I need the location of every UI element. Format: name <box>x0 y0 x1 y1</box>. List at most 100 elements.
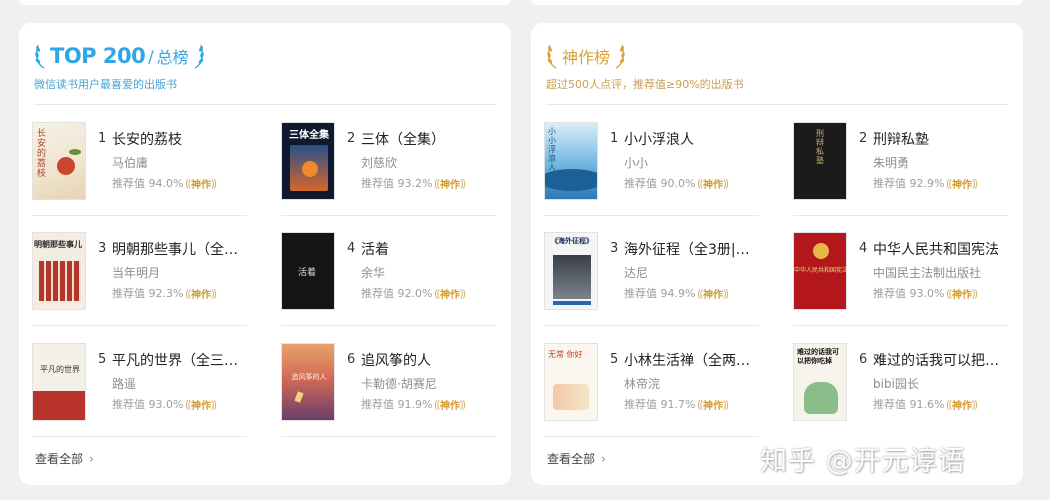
book-author[interactable]: 马伯庸 <box>112 154 148 171</box>
item-divider <box>32 215 247 216</box>
monster-decoration <box>804 382 838 414</box>
view-all-link[interactable]: 查看全部 › <box>547 450 606 467</box>
laurel-icon: ⸩ <box>723 286 729 300</box>
view-all-link[interactable]: 查看全部 › <box>35 450 94 467</box>
book-author[interactable]: 小小 <box>624 154 648 171</box>
book-title[interactable]: 小林生活禅（全两册） <box>624 350 760 370</box>
book-author[interactable]: 刘慈欣 <box>361 154 397 171</box>
book-rank: 1 <box>98 131 107 146</box>
item-divider <box>544 436 759 437</box>
badge-label: 神作 <box>703 400 724 412</box>
book-rank: 5 <box>610 352 619 367</box>
book-item-5[interactable]: 无常 你好 5 小林生活禅（全两册） 林帝浣 推荐值 91.7% ⸨ 神作 ⸩ <box>544 343 760 435</box>
recommend-value: 推荐值 90.0% ⸨ 神作 ⸩ <box>624 175 729 191</box>
book-item-4[interactable]: 中华人民共和国宪法 4 中华人民共和国宪法 中国民主法制出版社 推荐值 93.0… <box>793 232 1008 324</box>
book-title[interactable]: 刑辩私塾 <box>873 129 1009 149</box>
emblem-decoration <box>813 243 829 259</box>
book-author[interactable]: 林帝浣 <box>624 375 660 392</box>
recommend-value: 推荐值 92.0% ⸨ 神作 ⸩ <box>361 285 466 301</box>
book-cover: 难过的话我可以把你吃掉 <box>793 343 847 421</box>
recommend-text: 推荐值 92.0% <box>361 287 433 300</box>
book-author[interactable]: 朱明勇 <box>873 154 909 171</box>
recommend-text: 推荐值 90.0% <box>624 177 696 190</box>
book-item-6[interactable]: 追风筝的人 6 追风筝的人 卡勒德·胡赛尼 推荐值 91.9% ⸨ 神作 ⸩ <box>281 343 496 435</box>
masterpiece-badge: ⸨ 神作 ⸩ <box>697 397 728 412</box>
book-item-2[interactable]: 三体全集 2 三体（全集） 刘慈欣 推荐值 93.2% ⸨ 神作 ⸩ <box>281 122 496 214</box>
book-item-3[interactable]: 《海外征程》 3 海外征程（全3册|亲… 达尼 推荐值 94.9% ⸨ 神作 ⸩ <box>544 232 760 324</box>
book-title[interactable]: 明朝那些事儿（全集） <box>112 239 248 259</box>
book-title[interactable]: 长安的荔枝 <box>112 129 248 149</box>
lychee-decoration <box>57 157 75 175</box>
book-author[interactable]: 路遥 <box>112 375 136 392</box>
book-title[interactable]: 追风筝的人 <box>361 350 497 370</box>
book-author[interactable]: 达尼 <box>624 264 648 281</box>
masterpiece-badge: ⸨ 神作 ⸩ <box>185 397 216 412</box>
header-divider <box>34 104 496 105</box>
book-cover: 长安的荔枝 <box>32 122 86 200</box>
laurel-icon: ⸩ <box>211 397 217 411</box>
laurel-icon: ⸩ <box>211 176 217 190</box>
item-divider <box>281 436 496 437</box>
book-author[interactable]: bibi园长 <box>873 375 919 392</box>
book-author[interactable]: 卡勒德·胡赛尼 <box>361 375 437 392</box>
book-item-3[interactable]: 明朝那些事儿 3 明朝那些事儿（全集） 当年明月 推荐值 92.3% ⸨ 神作 ⸩ <box>32 232 248 324</box>
book-rank: 3 <box>98 241 107 256</box>
book-item-4[interactable]: 活着 4 活着 余华 推荐值 92.0% ⸨ 神作 ⸩ <box>281 232 496 324</box>
recommend-text: 推荐值 92.3% <box>112 287 184 300</box>
cover-title: 明朝那些事儿 <box>34 240 82 249</box>
cover-title: 中华人民共和国宪法 <box>794 267 847 274</box>
item-divider <box>793 325 1008 326</box>
book-author[interactable]: 当年明月 <box>112 264 160 281</box>
recommend-value: 推荐值 94.9% ⸨ 神作 ⸩ <box>624 285 729 301</box>
item-divider <box>32 325 247 326</box>
leaf-decoration <box>69 149 81 155</box>
book-title[interactable]: 难过的话我可以把你… <box>873 350 1009 370</box>
book-item-1[interactable]: 长安的荔枝 1 长安的荔枝 马伯庸 推荐值 94.0% ⸨ 神作 ⸩ <box>32 122 247 214</box>
book-title[interactable]: 小小浮浪人 <box>624 129 760 149</box>
chevron-right-icon[interactable]: › <box>89 452 94 466</box>
item-divider <box>281 215 496 216</box>
book-cover: 追风筝的人 <box>281 343 335 421</box>
book-item-5[interactable]: 平凡的世界 5 平凡的世界（全三册） 路遥 推荐值 93.0% ⸨ 神作 ⸩ <box>32 343 248 435</box>
badge-label: 神作 <box>191 179 212 191</box>
item-divider <box>544 215 759 216</box>
item-divider <box>32 436 247 437</box>
header-divider <box>546 104 1008 105</box>
illustration-decoration <box>553 384 589 410</box>
book-item-2[interactable]: 刑辩私塾 2 刑辩私塾 朱明勇 推荐值 92.9% ⸨ 神作 ⸩ <box>793 122 1008 214</box>
book-rank: 2 <box>859 131 868 146</box>
laurel-right-icon <box>194 44 204 69</box>
view-all-label[interactable]: 查看全部 <box>547 450 595 467</box>
recommend-value: 推荐值 92.9% ⸨ 神作 ⸩ <box>873 175 978 191</box>
book-cover: 平凡的世界 <box>32 343 86 421</box>
book-cover: 小小浮浪人 <box>544 122 598 200</box>
recommend-text: 推荐值 93.2% <box>361 177 433 190</box>
book-title[interactable]: 平凡的世界（全三册） <box>112 350 248 370</box>
badge-label: 神作 <box>952 289 973 301</box>
book-title[interactable]: 活着 <box>361 239 497 259</box>
recommend-text: 推荐值 91.6% <box>873 398 945 411</box>
book-item-6[interactable]: 难过的话我可以把你吃掉 6 难过的话我可以把你… bibi园长 推荐值 91.6… <box>793 343 1009 435</box>
book-title[interactable]: 三体（全集） <box>361 129 497 149</box>
book-author[interactable]: 余华 <box>361 264 385 281</box>
book-title[interactable]: 海外征程（全3册|亲… <box>624 239 760 259</box>
laurel-left-icon <box>35 44 45 69</box>
book-title[interactable]: 中华人民共和国宪法 <box>873 239 1009 259</box>
chevron-right-icon[interactable]: › <box>601 452 606 466</box>
masterpiece-badge: ⸨ 神作 ⸩ <box>946 286 977 301</box>
masterpiece-badge: ⸨ 神作 ⸩ <box>697 176 728 191</box>
laurel-left-icon <box>547 44 557 69</box>
book-cover: 《海外征程》 <box>544 232 598 310</box>
view-all-label[interactable]: 查看全部 <box>35 450 83 467</box>
title-separator: / <box>148 46 154 66</box>
recommend-value: 推荐值 91.7% ⸨ 神作 ⸩ <box>624 396 729 412</box>
book-rank: 4 <box>859 241 868 256</box>
badge-label: 神作 <box>952 179 973 191</box>
book-rank: 6 <box>347 352 356 367</box>
masterpiece-header: 神作榜 超过500人点评，推荐值≥90%的出版书 <box>546 41 1008 92</box>
book-box-decoration <box>553 255 591 299</box>
book-author[interactable]: 中国民主法制出版社 <box>873 264 981 281</box>
book-item-1[interactable]: 小小浮浪人 1 小小浮浪人 小小 推荐值 90.0% ⸨ 神作 ⸩ <box>544 122 759 214</box>
book-cover: 无常 你好 <box>544 343 598 421</box>
badge-label: 神作 <box>703 289 724 301</box>
